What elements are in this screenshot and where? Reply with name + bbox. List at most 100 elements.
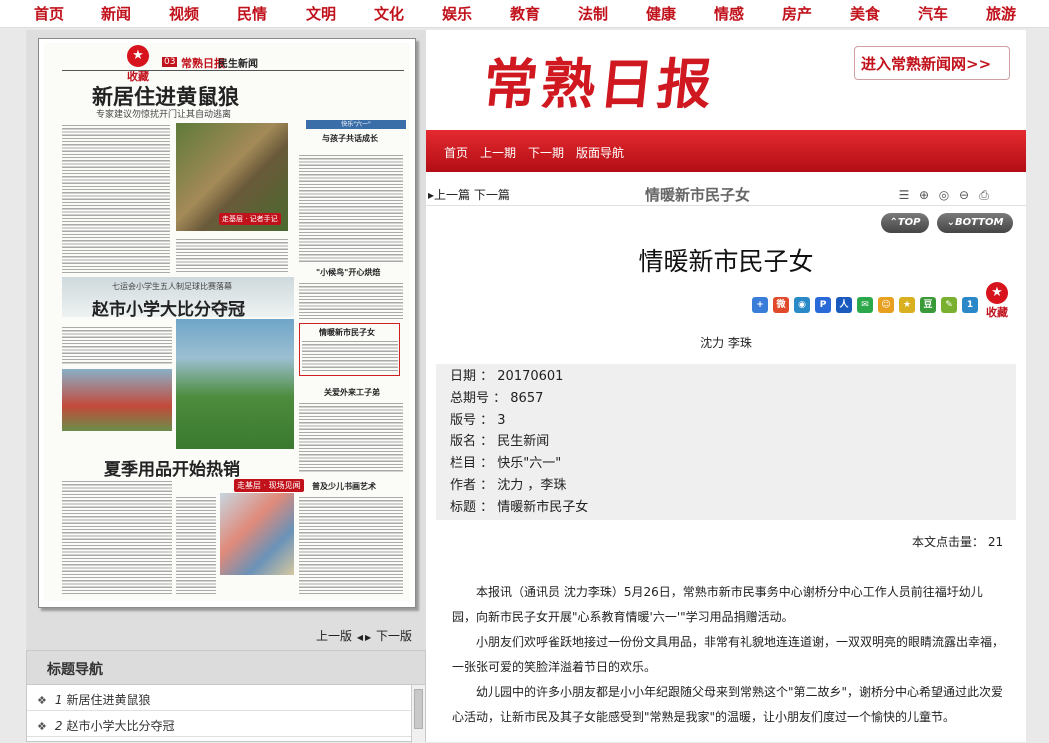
edition-nav-prev-issue[interactable]: 上一期 [480,144,516,161]
topnav-entertainment[interactable]: 娱乐 [442,3,472,24]
text-block [62,479,172,595]
topnav-culture[interactable]: 文化 [374,3,404,24]
meta-key: 日期 [450,369,477,384]
item-number: 1 [54,693,63,707]
title-nav-heading: 标题导航 [27,651,425,685]
meta-value: 8657 [510,390,544,406]
scene-badge: 走基层 · 现场见闻 [234,479,304,492]
share-renren-icon[interactable]: 人 [836,297,852,313]
meta-value: 3 [497,412,506,428]
topnav-news[interactable]: 新闻 [101,3,131,24]
right-column: 常熟日报 进入常熟新闻网>> 首页 上一期 下一期 版面导航 ▸上一篇 下一篇 … [426,30,1026,742]
share-star-icon[interactable]: ★ [899,297,915,313]
doc-icon[interactable]: ☰ [897,188,911,202]
topnav-travel[interactable]: 旅游 [986,3,1016,24]
scrollbar-thumb[interactable] [414,689,423,729]
hit-count: 本文点击量： 21 [912,533,1003,550]
newspaper-page: ★ 收藏 03 常熟日报 民生新闻 新居住进黄鼠狼 专家建议勿惊扰开门让其自动逃… [44,43,410,601]
prev-page-link[interactable]: 上一版 [316,627,352,644]
bottom-button[interactable]: ⌄BOTTOM [937,213,1013,233]
favorite-button[interactable]: ★ 收藏 [120,45,156,84]
share-chat-icon[interactable]: ✎ [941,297,957,313]
topnav-property[interactable]: 房产 [782,3,812,24]
item-label[interactable]: 赵市小学大比分夺冠 [67,719,175,733]
share-one-icon[interactable]: 1 [962,297,978,313]
newspaper-page-thumbnail[interactable]: ★ 收藏 03 常熟日报 民生新闻 新居住进黄鼠狼 专家建议勿惊扰开门让其自动逃… [38,38,416,608]
star-icon: ★ [986,282,1008,304]
zoom-in-icon[interactable]: ⊕ [917,188,931,202]
article-paragraph: 小朋友们欢呼雀跃地接过一份份文具用品，非常有礼貌地连连道谢，一双双明亮的眼睛流露… [452,635,1005,674]
topnav-public[interactable]: 民情 [237,3,267,24]
text-block [299,495,403,595]
top-button[interactable]: ⌃TOP [881,213,929,233]
share-wechat-icon[interactable]: ✉ [857,297,873,313]
right-arrow-icon: ▶ [365,633,372,642]
article-title: 情暖新市民子女 [638,247,814,276]
next-page-link[interactable]: 下一版 [376,627,412,644]
left-arrow-icon: ◀ [356,633,363,642]
bullet-icon: ❖ [37,694,47,707]
next-article-link[interactable]: 下一篇 [474,188,510,202]
share-douban-icon[interactable]: 豆 [920,297,936,313]
title-nav-item[interactable]: ❖ 2 赵市小学大比分夺冠 [27,711,425,737]
soccer-photo [176,319,294,449]
team-photo [62,369,172,431]
meta-row: 总期号 ： 8657 [450,390,544,406]
page-section: 民生新闻 [218,59,258,70]
topnav-civility[interactable]: 文明 [306,3,336,24]
side-head-1: 与孩子共话成长 [322,134,378,143]
edition-nav-bar: 首页 上一期 下一期 版面导航 [426,130,1026,172]
star-icon: ★ [127,45,149,67]
top-nav: 首页 新闻 视频 民情 文明 文化 娱乐 教育 法制 健康 情感 房产 美食 汽… [0,0,1049,28]
share-weibo-icon[interactable]: 微 [773,297,789,313]
meta-row: 日期 ： 20170601 [450,369,564,384]
goto-news-site-button[interactable]: 进入常熟新闻网>> [854,46,1010,80]
text-block [62,325,172,365]
text-block [302,339,398,373]
share-kaixin-icon[interactable]: ☺ [878,297,894,313]
meta-row: 标题 ： 情暖新市民子女 [450,499,589,515]
meta-value: 民生新闻 [497,434,550,450]
site-logo[interactable]: 常熟日报 [480,40,720,119]
share-tencent-icon[interactable]: ◉ [794,297,810,313]
scroll-buttons: ⌃TOP ⌄BOTTOM [881,210,1021,233]
reset-zoom-icon[interactable]: ◎ [937,188,951,202]
meta-value: 快乐"六一" [497,456,562,472]
text-block [299,153,403,263]
share-qzone-icon[interactable]: P [815,297,831,313]
side-head-4: 关爱外来工子弟 [324,388,380,397]
meta-key: 版号 [450,412,477,428]
topnav-auto[interactable]: 汽车 [918,3,948,24]
hit-count-label: 本文点击量： [912,535,985,549]
topnav-health[interactable]: 健康 [646,3,676,24]
edition-nav-next-issue[interactable]: 下一期 [528,144,564,161]
headline-3: 夏季用品开始热销 [104,460,240,480]
edition-nav-layout[interactable]: 版面导航 [576,144,624,161]
text-block [62,123,170,273]
prev-article-link[interactable]: 上一篇 [434,188,470,202]
topnav-video[interactable]: 视频 [169,3,199,24]
breadcrumb: 情暖新市民子女 [645,186,751,204]
meta-key: 栏目 [450,456,477,472]
divider [62,70,404,71]
zoom-out-icon[interactable]: ⊖ [957,188,971,202]
topnav-law[interactable]: 法制 [578,3,608,24]
topnav-home[interactable]: 首页 [34,3,64,24]
print-icon[interactable]: ⎙ [977,188,991,202]
title-navigation: 标题导航 ❖ 1 新居住进黄鼠狼 ❖ 2 赵市小学大比分夺冠 [26,650,426,743]
scrollbar[interactable] [411,685,425,743]
item-label[interactable]: 新居住进黄鼠狼 [67,693,151,707]
share-more-icon[interactable]: + [752,297,768,313]
meta-row: 栏目 ： 快乐"六一" [450,456,562,472]
article-paragraph: 幼儿园中的许多小朋友都是小小年纪跟随父母来到常熟这个"第二故乡"，谢桥分中心希望… [452,685,1004,724]
topnav-food[interactable]: 美食 [850,3,880,24]
side-head-3: 情暖新市民子女 [319,328,375,337]
title-nav-item[interactable]: ❖ 1 新居住进黄鼠狼 [27,685,425,711]
reporter-badge: 走基层 · 记者手记 [219,213,281,225]
edition-nav-home[interactable]: 首页 [444,144,468,161]
article-favorite-button[interactable]: ★ 收藏 [982,282,1012,320]
meta-value: 情暖新市民子女 [497,499,589,515]
topnav-education[interactable]: 教育 [510,3,540,24]
topnav-emotion[interactable]: 情感 [714,3,744,24]
page-number: 03 [162,57,178,67]
